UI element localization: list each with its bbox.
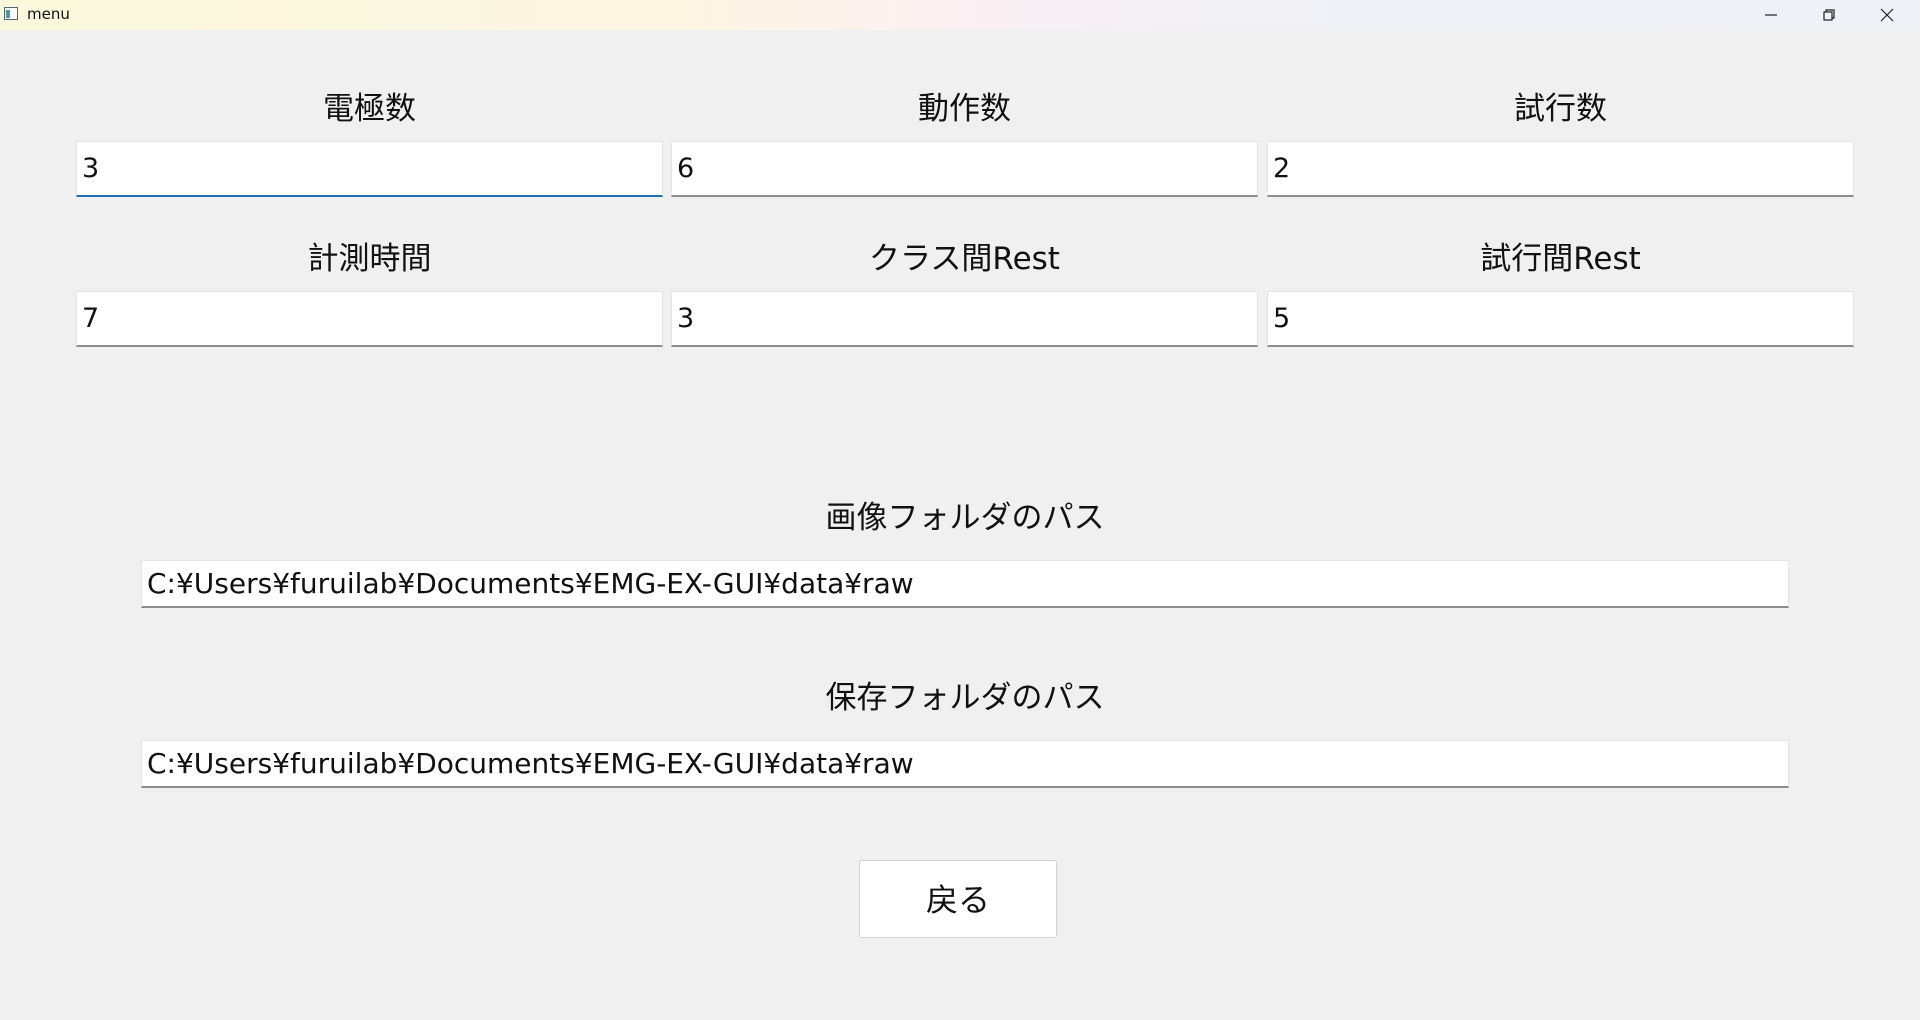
title-bar: menu	[0, 0, 1920, 30]
electrodes-input[interactable]	[76, 141, 663, 197]
close-icon	[1880, 8, 1894, 22]
save-folder-path-input[interactable]	[141, 740, 1789, 788]
class-rest-input[interactable]	[671, 291, 1258, 347]
trial-rest-input[interactable]	[1267, 291, 1854, 347]
close-button[interactable]	[1858, 0, 1916, 30]
window-title: menu	[27, 5, 70, 23]
save-folder-label: 保存フォルダのパス	[825, 680, 1105, 716]
image-folder-label: 画像フォルダのパス	[825, 500, 1105, 536]
class-rest-label: クラス間Rest	[869, 241, 1060, 277]
motions-input[interactable]	[671, 141, 1258, 197]
image-folder-path-input[interactable]	[141, 560, 1789, 608]
trials-label: 試行数	[1514, 91, 1607, 127]
restore-button[interactable]	[1800, 0, 1858, 30]
minimize-icon	[1765, 14, 1777, 16]
electrodes-label: 電極数	[323, 91, 416, 127]
minimize-button[interactable]	[1742, 0, 1800, 30]
restore-icon	[1823, 9, 1835, 21]
app-window-icon	[4, 7, 18, 20]
back-button[interactable]: 戻る	[859, 860, 1057, 938]
trial-rest-label: 試行間Rest	[1480, 241, 1641, 277]
measure-time-input[interactable]	[76, 291, 663, 347]
trials-input[interactable]	[1267, 141, 1854, 197]
motions-label: 動作数	[918, 91, 1011, 127]
measure-time-label: 計測時間	[307, 241, 432, 277]
